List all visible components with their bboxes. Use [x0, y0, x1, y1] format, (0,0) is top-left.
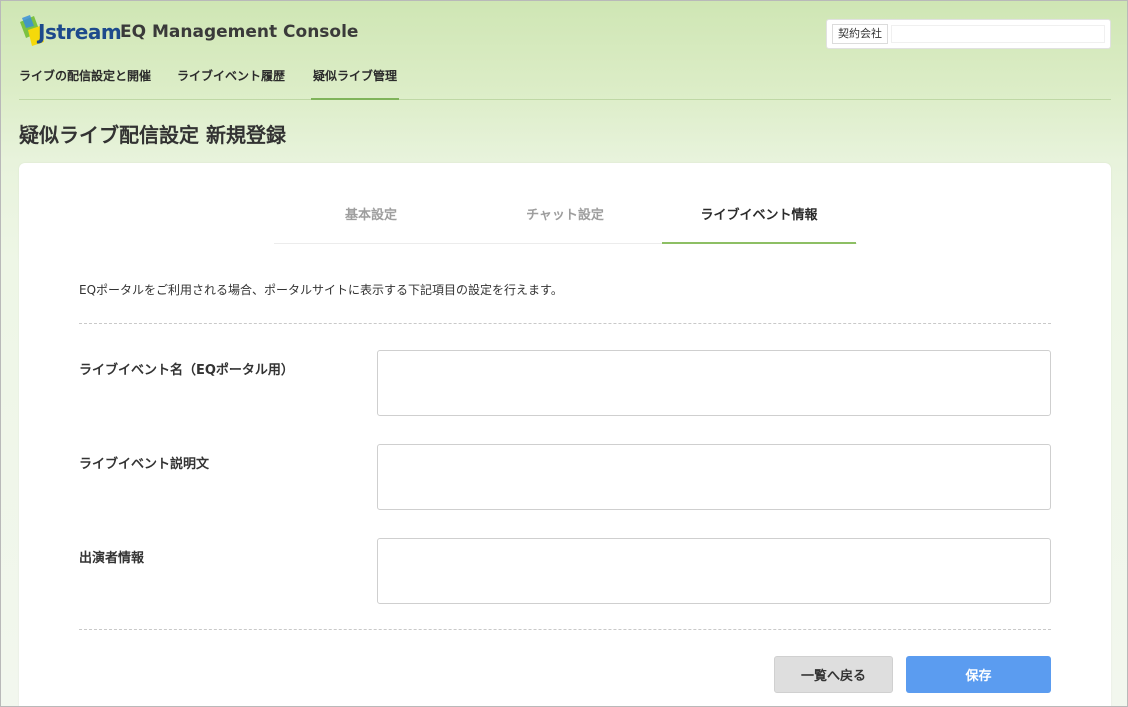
- performer-info-field[interactable]: [377, 538, 1051, 604]
- page-title: 疑似ライブ配信設定 新規登録: [19, 123, 286, 147]
- nav-item-live-settings[interactable]: ライブの配信設定と開催: [19, 65, 151, 100]
- settings-tabs: 基本設定 チャット設定 ライブイベント情報: [274, 193, 857, 244]
- console-title: EQ Management Console: [120, 22, 359, 42]
- label-event-name: ライブイベント名（EQポータル用）: [79, 363, 294, 378]
- contract-label: 契約会社: [832, 24, 888, 44]
- tab-basic-settings[interactable]: 基本設定: [274, 193, 468, 243]
- intro-text: EQポータルをご利用される場合、ポータルサイトに表示する下記項目の設定を行えます…: [79, 283, 563, 297]
- tab-live-event-info[interactable]: ライブイベント情報: [662, 193, 856, 244]
- label-event-description: ライブイベント説明文: [79, 457, 210, 472]
- divider-top: [79, 323, 1051, 324]
- contract-selector: 契約会社: [826, 19, 1111, 49]
- jstream-logo[interactable]: Jstream: [18, 14, 122, 50]
- nav-item-live-history[interactable]: ライブイベント履歴: [177, 65, 285, 100]
- back-to-list-button[interactable]: 一覧へ戻る: [774, 656, 893, 693]
- event-name-field[interactable]: [377, 350, 1051, 416]
- contract-field[interactable]: [891, 25, 1105, 43]
- brand: Jstream EQ Management Console: [18, 14, 358, 50]
- save-button[interactable]: 保存: [906, 656, 1051, 693]
- global-nav: ライブの配信設定と開催 ライブイベント履歴 疑似ライブ管理: [19, 65, 1111, 100]
- app-window: Jstream EQ Management Console 契約会社 ライブの配…: [0, 0, 1128, 707]
- form-card: 基本設定 チャット設定 ライブイベント情報 EQポータルをご利用される場合、ポー…: [19, 163, 1111, 706]
- logo-text: Jstream: [38, 20, 122, 44]
- event-description-field[interactable]: [377, 444, 1051, 510]
- nav-item-pseudo-live[interactable]: 疑似ライブ管理: [311, 65, 400, 100]
- tab-chat-settings[interactable]: チャット設定: [468, 193, 662, 243]
- label-performer-info: 出演者情報: [79, 551, 145, 566]
- divider-bottom: [79, 629, 1051, 630]
